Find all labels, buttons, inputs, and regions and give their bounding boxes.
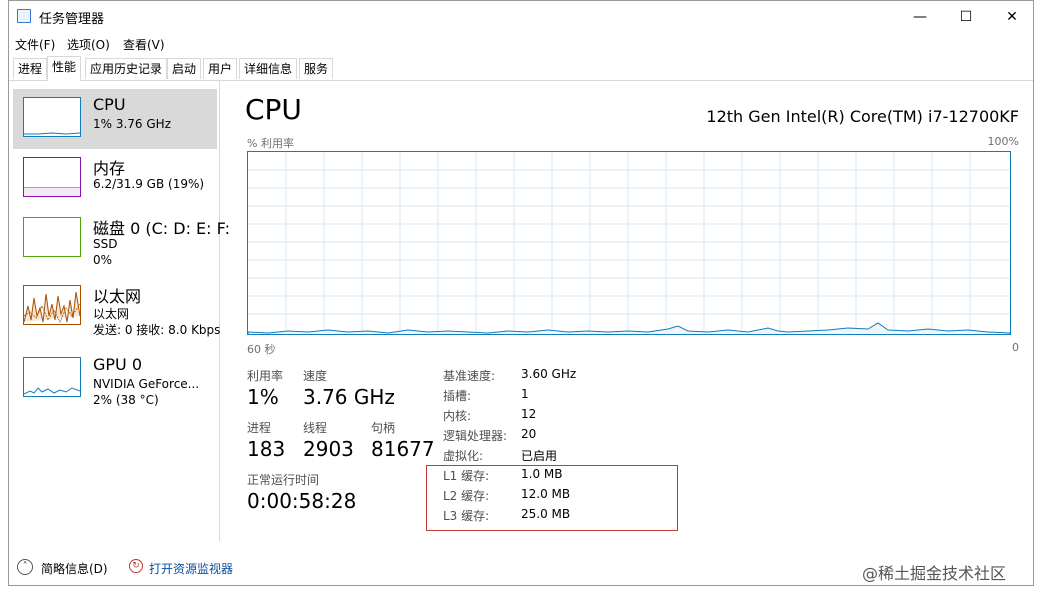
uptime-label: 正常运行时间 [247, 473, 320, 487]
graph-y-label: % 利用率 [247, 137, 294, 150]
tab-performance[interactable]: 性能 [47, 56, 82, 81]
resource-monitor-icon: ↻ [129, 559, 143, 573]
cpu-thumbnail [23, 97, 81, 137]
gpu-thumbnail [23, 357, 81, 397]
speed-value: 3.76 GHz [303, 385, 395, 409]
spec-value-logical: 20 [521, 427, 537, 441]
processes-label: 进程 [247, 421, 272, 435]
sidebar-item-ethernet[interactable]: 以太网 以太网 发送: 0 接收: 8.0 Kbps [13, 277, 221, 337]
spec-label-l2: L2 缓存: [443, 489, 490, 503]
title-bar: 任务管理器 — ☐ ✕ [9, 1, 1033, 33]
spec-label-cores: 内核: [443, 409, 472, 423]
sidebar-gpu-title: GPU 0 [93, 355, 143, 374]
menu-options[interactable]: 选项(O) [67, 36, 110, 53]
spec-value-cores: 12 [521, 407, 537, 421]
spec-value-l2: 12.0 MB [521, 487, 571, 501]
menu-file[interactable]: 文件(F) [15, 36, 55, 53]
window-title: 任务管理器 [39, 12, 105, 27]
sidebar-gpu-model: NVIDIA GeForce... [93, 377, 200, 391]
page-title: CPU [245, 93, 302, 126]
tab-services[interactable]: 服务 [299, 58, 334, 79]
sidebar-item-cpu[interactable]: CPU 1% 3.76 GHz [13, 89, 217, 149]
cpu-graph-svg [248, 152, 1010, 334]
tab-app-history[interactable]: 应用历史记录 [85, 58, 168, 79]
sidebar-disk-title: 磁盘 0 (C: D: E: F: [93, 219, 230, 238]
spec-label-sockets: 插槽: [443, 389, 472, 403]
spec-value-sockets: 1 [521, 387, 529, 401]
sidebar-memory-usage: 6.2/31.9 GB (19%) [93, 177, 205, 191]
sidebar-item-memory[interactable]: 内存 6.2/31.9 GB (19%) [13, 149, 217, 209]
cpu-utilization-graph [247, 151, 1011, 335]
sidebar-cpu-title: CPU [93, 95, 126, 114]
spec-label-virtualization: 虚拟化: [443, 449, 484, 463]
tab-details[interactable]: 详细信息 [239, 58, 298, 79]
ethernet-thumbnail [23, 285, 81, 325]
handles-label: 句柄 [371, 421, 396, 435]
spec-label-base-speed: 基准速度: [443, 369, 496, 383]
threads-value: 2903 [303, 437, 354, 461]
cpu-detail-panel: CPU 12th Gen Intel(R) Core(TM) i7-12700K… [219, 81, 1033, 541]
close-button[interactable]: ✕ [989, 1, 1035, 33]
tab-startup[interactable]: 启动 [167, 58, 202, 79]
spec-value-base-speed: 3.60 GHz [521, 367, 577, 381]
sidebar-item-disk[interactable]: 磁盘 0 (C: D: E: F: SSD 0% [13, 209, 230, 269]
background-page [0, 0, 8, 600]
watermark-text: @稀土掘金技术社区 [862, 564, 1007, 583]
spec-label-logical: 逻辑处理器: [443, 429, 508, 443]
speed-label: 速度 [303, 369, 328, 383]
tab-strip: 进程 性能 应用历史记录 启动 用户 详细信息 服务 [9, 56, 1033, 81]
fewer-details-link[interactable]: 简略信息(D) [41, 560, 108, 577]
spec-value-l1: 1.0 MB [521, 467, 563, 481]
sidebar-ethernet-throughput: 发送: 0 接收: 8.0 Kbps [93, 323, 221, 337]
graph-zero-label: 0 [1012, 341, 1019, 354]
tab-processes[interactable]: 进程 [13, 58, 48, 79]
sidebar-gpu-usage: 2% (38 °C) [93, 393, 159, 407]
graph-max-label: 100% [987, 135, 1019, 148]
handles-value: 81677 [371, 437, 435, 461]
menu-view[interactable]: 查看(V) [123, 36, 165, 53]
processes-value: 183 [247, 437, 286, 461]
sidebar-ethernet-adapter: 以太网 [93, 307, 130, 321]
sidebar-disk-usage: 0% [93, 253, 113, 267]
task-manager-window: 任务管理器 — ☐ ✕ 文件(F) 选项(O) 查看(V) 进程 性能 应用历史… [8, 0, 1034, 586]
minimize-button[interactable]: — [897, 1, 943, 33]
maximize-button[interactable]: ☐ [943, 1, 989, 33]
uptime-value: 0:00:58:28 [247, 489, 357, 513]
cpu-model-name: 12th Gen Intel(R) Core(TM) i7-12700KF [706, 107, 1019, 126]
sidebar-item-gpu[interactable]: GPU 0 NVIDIA GeForce... 2% (38 °C) [13, 349, 217, 409]
menu-bar: 文件(F) 选项(O) 查看(V) [9, 33, 1033, 55]
spec-value-l3: 25.0 MB [521, 507, 571, 521]
utilization-value: 1% [247, 385, 279, 409]
spec-label-l3: L3 缓存: [443, 509, 490, 523]
tab-users[interactable]: 用户 [203, 58, 238, 79]
spec-value-virtualization: 已启用 [521, 449, 558, 463]
disk-thumbnail [23, 217, 81, 257]
task-manager-icon [17, 9, 31, 23]
memory-thumbnail [23, 157, 81, 197]
spec-label-l1: L1 缓存: [443, 469, 490, 483]
sidebar-disk-type: SSD [93, 237, 118, 251]
resource-sidebar: CPU 1% 3.76 GHz 内存 6.2/31.9 GB (19%) 磁盘 … [9, 81, 230, 541]
sidebar-ethernet-title: 以太网 [93, 287, 142, 306]
collapse-chevron-icon[interactable]: ˄ [17, 559, 33, 575]
threads-label: 线程 [303, 421, 328, 435]
graph-time-label: 60 秒 [247, 343, 276, 356]
utilization-label: 利用率 [247, 369, 284, 383]
sidebar-cpu-usage: 1% 3.76 GHz [93, 117, 172, 131]
sidebar-memory-title: 内存 [93, 159, 126, 178]
open-resource-monitor-link[interactable]: 打开资源监视器 [149, 560, 233, 577]
